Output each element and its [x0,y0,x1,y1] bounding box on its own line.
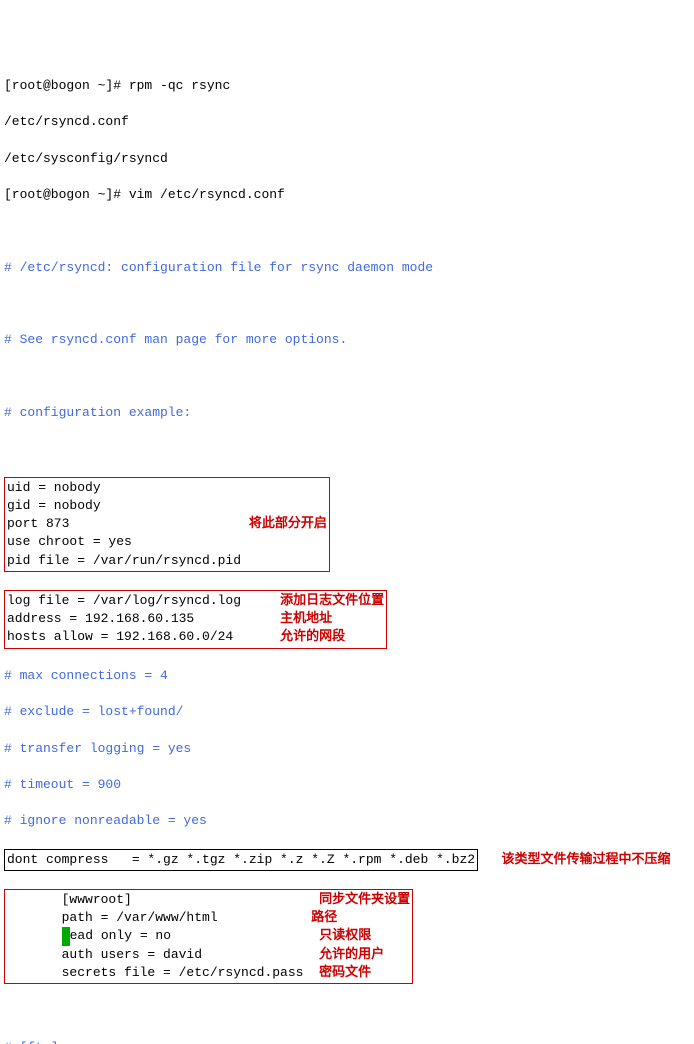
shell-line-1: [root@bogon ~]# rpm -qc rsync [4,77,690,95]
annotation: 该类型文件传输过程中不压缩 [501,852,670,867]
annotation: 添加日志文件位置 [280,593,384,608]
config-line: pid file = /var/run/rsyncd.pid [7,553,241,568]
config-comment: # [ftp] [4,1039,690,1044]
config-line: use chroot = yes [7,534,132,549]
config-box-2: log file = /var/log/rsyncd.log 添加日志文件位置 … [4,590,690,649]
shell-line-2: [root@bogon ~]# vim /etc/rsyncd.conf [4,186,690,204]
config-line: address = 192.168.60.135 [7,611,194,626]
shell-prompt: [root@bogon ~]# [4,187,129,202]
annotation: 同步文件夹设置 [319,892,410,907]
config-line: gid = nobody [7,498,101,513]
config-comment: # max connections = 4 [4,667,690,685]
config-line: auth users = david [7,947,202,962]
config-line: log file = /var/log/rsyncd.log [7,593,241,608]
annotation: 密码文件 [319,965,371,980]
config-comment: # configuration example: [4,404,690,422]
config-comment: # /etc/rsyncd: configuration file for rs… [4,259,690,277]
config-line: ead only = no [70,928,171,943]
config-line: hosts allow = 192.168.60.0/24 [7,629,233,644]
config-comment: # exclude = lost+found/ [4,703,690,721]
annotation: 允许的网段 [280,629,345,644]
cursor-icon[interactable]: r [62,927,70,945]
config-comment: # transfer logging = yes [4,740,690,758]
config-line: path = /var/www/html [7,910,218,925]
shell-cmd: vim /etc/rsyncd.conf [129,187,285,202]
config-line: [wwwroot] [7,892,132,907]
annotation: 将此部分开启 [249,516,327,531]
shell-output: /etc/rsyncd.conf [4,113,690,131]
annotation: 主机地址 [280,611,332,626]
config-line [7,928,62,943]
config-line: port 873 [7,516,69,531]
config-comment: # See rsyncd.conf man page for more opti… [4,331,690,349]
annotation: 允许的用户 [319,947,384,962]
shell-output: /etc/sysconfig/rsyncd [4,150,690,168]
module-box: [wwwroot] 同步文件夹设置 path = /var/www/html 路… [4,889,690,984]
annotation: 只读权限 [319,928,371,943]
shell-prompt: [root@bogon ~]# [4,78,129,93]
annotation: 路径 [311,910,337,925]
config-line: secrets file = /etc/rsyncd.pass [7,965,303,980]
config-box-3: dont compress = *.gz *.tgz *.zip *.z *.Z… [4,849,690,871]
config-line: uid = nobody [7,480,101,495]
config-comment: # ignore nonreadable = yes [4,812,690,830]
config-comment: # timeout = 900 [4,776,690,794]
config-line: dont compress = *.gz *.tgz *.zip *.z *.Z… [4,849,478,871]
shell-cmd: rpm -qc rsync [129,78,230,93]
config-box-1: uid = nobody gid = nobody port 873 将此部分开… [4,477,690,572]
